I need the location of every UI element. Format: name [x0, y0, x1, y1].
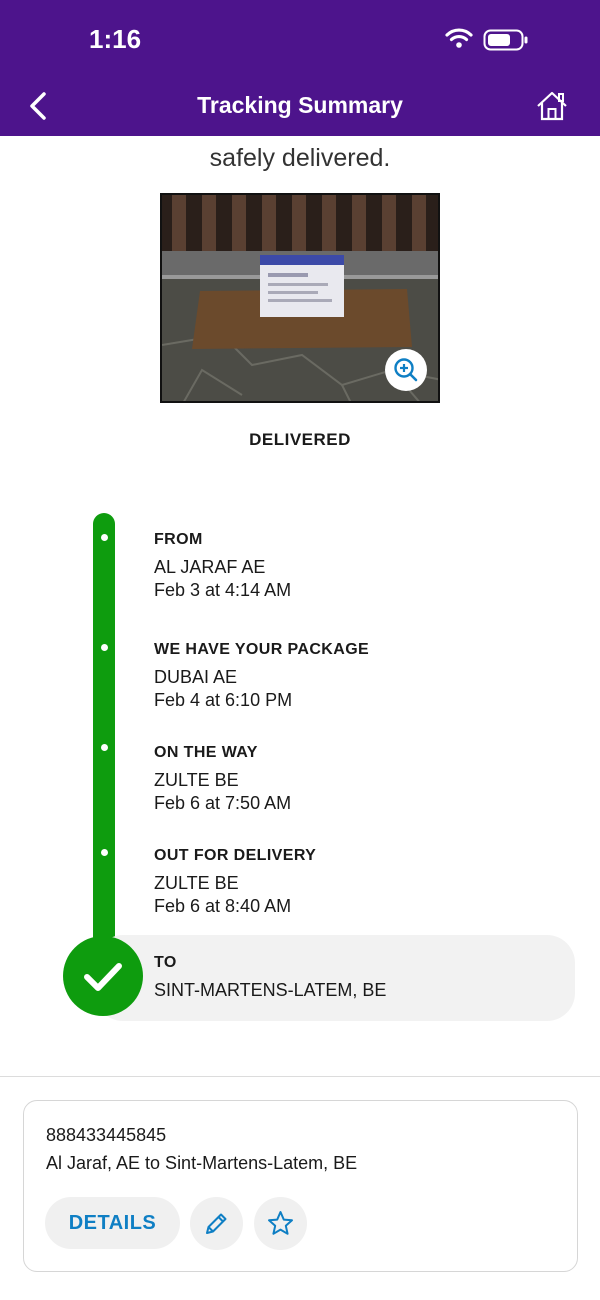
- event-title: WE HAVE YOUR PACKAGE: [154, 641, 370, 658]
- timeline-progress-bar: [93, 513, 115, 953]
- tracking-number: 888433445845: [46, 1125, 167, 1145]
- delivered-check-badge: [63, 936, 143, 1016]
- delivery-photo[interactable]: [160, 193, 440, 403]
- battery-icon: [483, 29, 528, 51]
- delivery-status: DELIVERED: [249, 430, 351, 449]
- event-location: ZULTE BE: [154, 770, 239, 790]
- delivery-message: safely delivered.: [209, 144, 391, 172]
- event-title: TO: [154, 954, 177, 971]
- timeline-dot: [101, 534, 108, 541]
- status-bar: 1:16: [0, 0, 600, 76]
- event-title: OUT FOR DELIVERY: [154, 847, 317, 864]
- event-title: FROM: [154, 531, 203, 548]
- event-time: Feb 6 at 7:50 AM: [154, 793, 292, 813]
- nav-bar: Tracking Summary: [0, 76, 600, 136]
- zoom-button[interactable]: [385, 349, 427, 391]
- home-icon[interactable]: [532, 86, 572, 126]
- event-time: Feb 4 at 6:10 PM: [154, 690, 293, 710]
- timeline-event-destination: TO SINT-MARTENS-LATEM, BE: [154, 954, 386, 1002]
- status-time: 1:16: [89, 24, 142, 54]
- timeline-dot: [101, 744, 108, 751]
- tracking-content[interactable]: safely delivered. DELIVERED FROM AL JARA…: [0, 136, 600, 1076]
- event-location: AL JARAF AE: [154, 557, 266, 577]
- timeline-event-picked-up: WE HAVE YOUR PACKAGE DUBAI AE Feb 4 at 6…: [154, 641, 369, 712]
- timeline-event-on-the-way: ON THE WAY ZULTE BE Feb 6 at 7:50 AM: [154, 744, 291, 815]
- divider: [0, 1076, 600, 1077]
- event-time: Feb 3 at 4:14 AM: [154, 580, 292, 600]
- zoom-in-icon: [394, 358, 418, 382]
- timeline-dot: [101, 849, 108, 856]
- event-title: ON THE WAY: [154, 744, 258, 761]
- timeline-event-from: FROM AL JARAF AE Feb 3 at 4:14 AM: [154, 531, 291, 602]
- wifi-icon: [445, 28, 473, 48]
- checkmark-icon: [84, 963, 122, 991]
- timeline-event-out-for-delivery: OUT FOR DELIVERY ZULTE BE Feb 6 at 8:40 …: [154, 847, 316, 918]
- details-button[interactable]: DETAILS: [45, 1197, 180, 1249]
- star-icon: [268, 1211, 293, 1235]
- edit-button[interactable]: [190, 1197, 243, 1250]
- event-time: Feb 6 at 8:40 AM: [154, 896, 292, 916]
- page-title: Tracking Summary: [197, 92, 403, 118]
- favorite-button[interactable]: [254, 1197, 307, 1250]
- timeline-dot: [101, 644, 108, 651]
- shipment-route: Al Jaraf, AE to Sint-Martens-Latem, BE: [46, 1153, 358, 1173]
- event-location: DUBAI AE: [154, 667, 238, 687]
- pencil-icon: [206, 1213, 227, 1234]
- shipment-card: 888433445845 Al Jaraf, AE to Sint-Marten…: [23, 1100, 578, 1272]
- event-location: SINT-MARTENS-LATEM, BE: [154, 980, 387, 1000]
- event-location: ZULTE BE: [154, 873, 239, 893]
